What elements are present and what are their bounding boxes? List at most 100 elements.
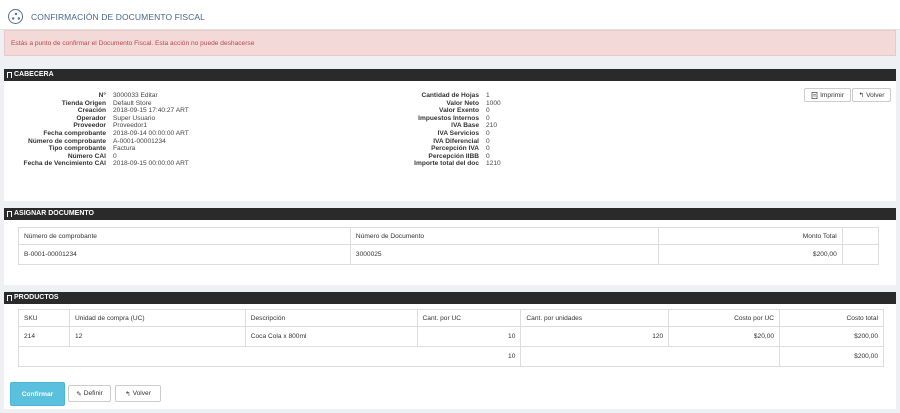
kv-key: Percepción IIBB — [428, 152, 479, 160]
kv-value: Default Store — [113, 99, 152, 107]
col-costo-total: Costo total — [779, 309, 884, 327]
kv-value: 0 — [486, 152, 490, 160]
col-unidad: Unidad de compra (UC) — [68, 309, 246, 327]
back-button-top[interactable]: ↰ Volver — [852, 88, 891, 102]
cell-costo-total: $200,00 — [779, 326, 884, 347]
table-row: 214 12 Coca Cola x 800ml 10 120 $20,00 $… — [18, 326, 884, 347]
productos-panel: PRODUCTOS SKU Unidad de compra (UC) Desc… — [4, 292, 896, 409]
kv-key: Proveedor — [73, 122, 106, 130]
kv-key: Número de comprobante — [27, 137, 106, 145]
asignar-panel: ASIGNAR DOCUMENTO Número de comprobante … — [4, 208, 896, 285]
asignar-table: Número de comprobante Número de Document… — [18, 227, 880, 265]
kv-value: 3000033 Editar — [113, 92, 158, 99]
kv-row: Número de comprobante A-0001-00001234 — [4, 138, 266, 146]
print-label: Imprimir — [820, 91, 844, 99]
back-button-bottom[interactable]: ↰ Volver — [115, 385, 161, 402]
print-button[interactable]: Imprimir — [804, 88, 851, 102]
cell-monto: $200,00 — [657, 244, 843, 265]
kv-row: Valor Exento 0 — [384, 107, 539, 115]
kv-row: Impuestos Internos 0 — [384, 115, 539, 123]
kv-value: A-0001-00001234 — [113, 137, 166, 145]
total-empty — [520, 346, 781, 367]
col-numero-documento: Número de Documento — [349, 227, 659, 245]
kv-key: Tipo comprobante — [48, 145, 106, 153]
reply-icon: ↰ — [858, 92, 865, 99]
define-button[interactable]: ✎ Definir — [68, 385, 111, 402]
kv-value: 2018-09-15 00:00:00 ART — [113, 160, 189, 168]
kv-value: 210 — [486, 122, 498, 130]
cell-costo-uc: $20,00 — [668, 326, 781, 347]
warning-alert: Estás a punto de confirmar el Documento … — [4, 30, 896, 56]
kv-row: IVA Servicios 0 — [384, 130, 539, 138]
cabecera-left-list: N° 3000033 Editar Tienda Origen Default Sto… — [4, 92, 266, 168]
table-header-row: SKU Unidad de compra (UC) Descripción Ca… — [18, 309, 884, 327]
col-empty — [841, 227, 880, 245]
productos-bar: PRODUCTOS — [4, 292, 896, 304]
print-icon — [811, 91, 818, 99]
col-numero-comprobante: Número de comprobante — [18, 227, 351, 245]
cell-cant-unidades: 120 — [520, 326, 670, 347]
kv-key: Tienda Origen — [61, 99, 106, 107]
cabecera-panel: CABECERA N° 3000033 Editar Tienda Origen De… — [4, 69, 896, 201]
kv-key: Fecha de Vencimiento CAI — [23, 160, 106, 168]
page-header: CONFIRMACIÓN DE DOCUMENTO FISCAL — [0, 0, 900, 30]
productos-title: PRODUCTOS — [14, 294, 59, 301]
back-label-bottom: Volver — [132, 390, 151, 397]
asignar-title: ASIGNAR DOCUMENTO — [14, 210, 94, 217]
kv-value: 1000 — [486, 99, 501, 107]
kv-row: Número CAI 0 — [4, 153, 266, 161]
kv-row: N° 3000033 Editar — [4, 92, 266, 100]
reply-icon: ↰ — [125, 390, 131, 398]
cabecera-bar: CABECERA — [4, 69, 896, 81]
kv-value: 0 — [113, 152, 117, 160]
define-label: Definir — [83, 390, 103, 397]
col-sku: SKU — [18, 309, 70, 327]
productos-table: SKU Unidad de compra (UC) Descripción Ca… — [17, 309, 884, 367]
cabecera-title: CABECERA — [14, 71, 54, 78]
kv-key: Fecha comprobante — [43, 129, 106, 137]
kv-row: Operador Super Usuario — [4, 115, 266, 123]
logo-icon — [8, 9, 23, 24]
kv-value: 1 — [486, 92, 490, 99]
asignar-bar: ASIGNAR DOCUMENTO — [4, 208, 896, 220]
cell-sku: 214 — [18, 326, 70, 347]
kv-row: Creación 2018-09-15 17:40:27 ART — [4, 107, 266, 115]
kv-key: Percepción IVA — [431, 145, 479, 153]
cell-comprobante: B-0001-00001234 — [18, 244, 351, 265]
cell-cant-uc: 10 — [416, 326, 522, 347]
kv-key: Importe total del doc — [414, 160, 479, 168]
kv-key: IVA Servicios — [437, 129, 479, 137]
cabecera-right-list: Cantidad de Hojas 1 Valor Neto 1000 Valor Ex… — [384, 92, 539, 168]
pencil-icon: ✎ — [76, 390, 82, 398]
kv-value: 0 — [486, 137, 490, 145]
kv-row: Tipo comprobante Factura — [4, 145, 266, 153]
kv-value: 0 — [486, 145, 490, 153]
bookmark-icon — [7, 295, 12, 301]
kv-row: Tienda Origen Default Store — [4, 100, 266, 108]
kv-value: Proveedor1 — [113, 122, 148, 130]
kv-key: Valor Neto — [446, 99, 479, 107]
kv-value: 0 — [486, 129, 490, 137]
kv-value: 2018-09-14 00:00:00 ART — [113, 129, 189, 137]
kv-key: Valor Exento — [439, 107, 479, 115]
back-label-top: Volver — [866, 91, 885, 99]
kv-value: 0 — [486, 114, 490, 122]
confirm-button[interactable]: Confirmar — [10, 382, 65, 406]
kv-key: Creación — [77, 107, 106, 115]
table-header-row: Número de comprobante Número de Document… — [18, 227, 880, 245]
kv-row: Cantidad de Hojas 1 — [384, 92, 539, 100]
col-costo-uc: Costo por UC — [668, 309, 781, 327]
kv-row: Fecha de Vencimiento CAI 2018-09-15 00:00… — [4, 160, 266, 168]
col-monto-total: Monto Total — [657, 227, 843, 245]
kv-row: Proveedor Proveedor1 — [4, 122, 266, 130]
col-cant-unidades: Cant. por unidades — [520, 309, 670, 327]
kv-row: Importe total del doc 1210 — [384, 160, 539, 168]
kv-key: IVA Diferencial — [433, 137, 479, 145]
kv-value: Factura — [113, 145, 136, 153]
kv-row: Valor Neto 1000 — [384, 100, 539, 108]
kv-value: Super Usuario — [113, 114, 156, 122]
kv-value: 1210 — [486, 160, 501, 168]
total-cant-uc: 10 — [17, 346, 522, 367]
kv-value: 2018-09-15 17:40:27 ART — [113, 107, 189, 115]
totals-row: 10 $200,00 — [17, 346, 884, 367]
